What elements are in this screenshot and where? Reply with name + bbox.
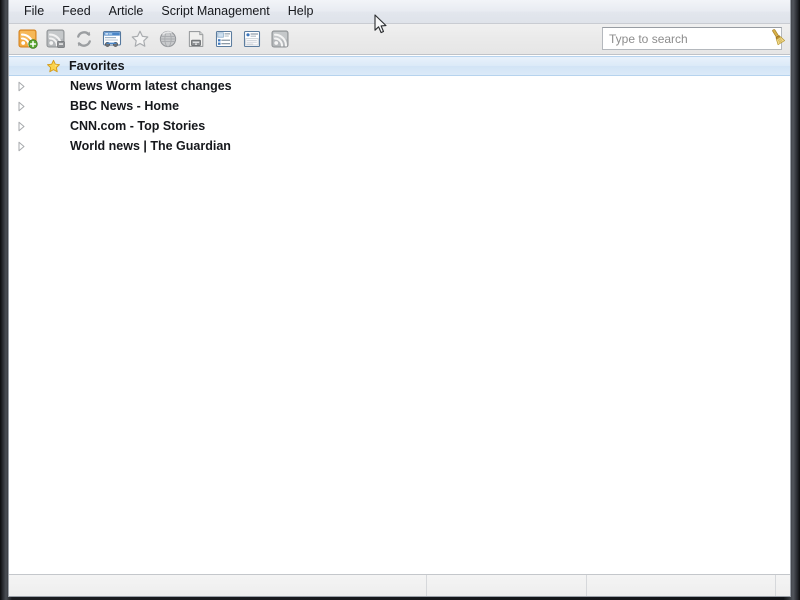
search-box[interactable] bbox=[602, 27, 786, 50]
star-icon bbox=[130, 29, 150, 49]
status-cell-secondary bbox=[427, 575, 588, 596]
menu-feed[interactable]: Feed bbox=[53, 2, 100, 22]
menu-help[interactable]: Help bbox=[279, 2, 323, 22]
search-input[interactable] bbox=[603, 29, 768, 48]
toolbar-remove-feed-button[interactable] bbox=[42, 26, 69, 52]
refresh-icon bbox=[74, 29, 94, 49]
status-cell-resize-grip bbox=[776, 575, 790, 596]
globe-icon bbox=[158, 29, 178, 49]
toolbar-panel-view-button[interactable] bbox=[238, 26, 265, 52]
toolbar-save-button[interactable] bbox=[182, 26, 209, 52]
chevron-right-icon[interactable] bbox=[9, 101, 33, 112]
chevron-right-icon[interactable] bbox=[9, 141, 33, 152]
clear-search-button[interactable] bbox=[768, 28, 787, 49]
toolbar-web-button[interactable] bbox=[154, 26, 181, 52]
menu-script-management[interactable]: Script Management bbox=[152, 2, 278, 22]
browser-window-icon bbox=[102, 29, 122, 49]
list-view-icon bbox=[214, 29, 234, 49]
toolbar-favorite-button[interactable] bbox=[126, 26, 153, 52]
feed-tree[interactable]: Favorites News Worm latest changes BBC N… bbox=[9, 56, 790, 570]
chevron-right-icon[interactable] bbox=[9, 121, 33, 132]
status-bar bbox=[9, 574, 790, 596]
chevron-right-icon[interactable] bbox=[9, 81, 33, 92]
menu-article[interactable]: Article bbox=[100, 2, 153, 22]
tree-item-news-worm-latest-changes[interactable]: News Worm latest changes bbox=[9, 76, 790, 96]
tree-item-world-news-the-guardian[interactable]: World news | The Guardian bbox=[9, 136, 790, 156]
toolbar-list-view-button[interactable] bbox=[210, 26, 237, 52]
toolbar-add-feed-button[interactable] bbox=[14, 26, 41, 52]
toolbar-feed-properties-button[interactable] bbox=[266, 26, 293, 52]
tree-item-favorites[interactable]: Favorites bbox=[9, 56, 790, 76]
application-window: File Feed Article Script Management Help bbox=[8, 0, 791, 597]
tree-item-label: News Worm latest changes bbox=[70, 79, 232, 93]
rss-add-icon bbox=[18, 29, 38, 49]
menu-file[interactable]: File bbox=[15, 2, 53, 22]
star-icon bbox=[43, 59, 63, 74]
window-frame: File Feed Article Script Management Help bbox=[0, 0, 800, 600]
menu-bar: File Feed Article Script Management Help bbox=[9, 0, 790, 24]
tree-item-label: CNN.com - Top Stories bbox=[70, 119, 206, 133]
toolbar-open-browser-button[interactable] bbox=[98, 26, 125, 52]
save-disk-icon bbox=[186, 29, 206, 49]
status-cell-tertiary bbox=[587, 575, 776, 596]
tree-item-label: Favorites bbox=[69, 59, 125, 73]
tree-item-label: BBC News - Home bbox=[70, 99, 180, 113]
tree-item-cnn-com-top-stories[interactable]: CNN.com - Top Stories bbox=[9, 116, 790, 136]
rss-remove-icon bbox=[46, 29, 66, 49]
broom-icon bbox=[768, 27, 787, 51]
toolbar-refresh-button[interactable] bbox=[70, 26, 97, 52]
rss-feed-icon bbox=[270, 29, 290, 49]
status-cell-message bbox=[9, 575, 427, 596]
tree-item-bbc-news-home[interactable]: BBC News - Home bbox=[9, 96, 790, 116]
tree-item-label: World news | The Guardian bbox=[70, 139, 231, 153]
toolbar bbox=[9, 24, 790, 55]
panel-view-icon bbox=[242, 29, 262, 49]
